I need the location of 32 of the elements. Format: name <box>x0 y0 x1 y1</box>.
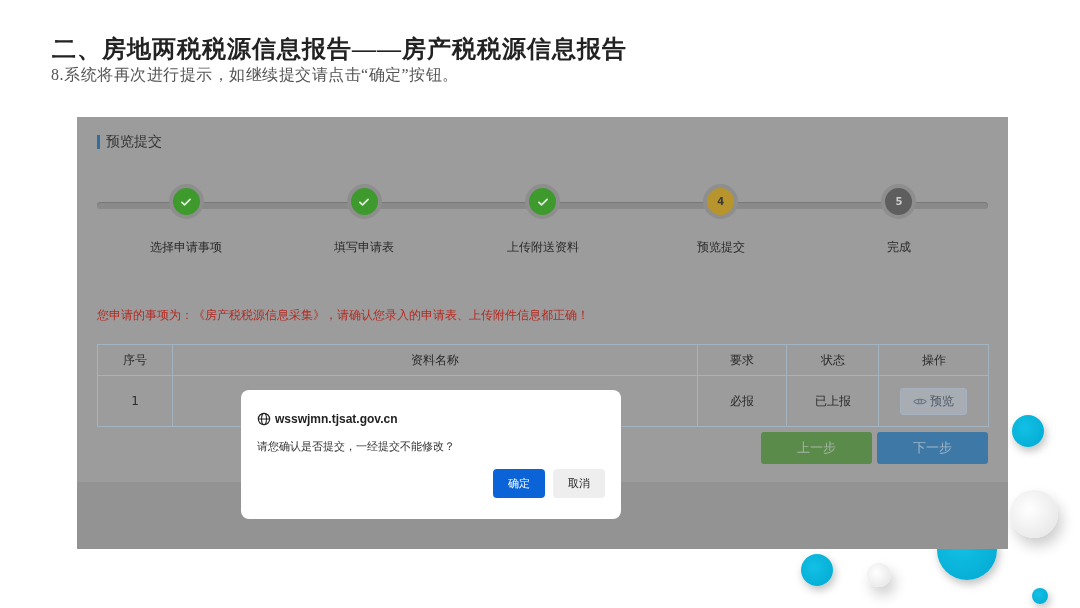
slide-title: 二、房地两税税源信息报告——房产税税源信息报告 <box>52 35 628 64</box>
table-cell: 必报 <box>697 375 787 427</box>
notice-text: 您申请的事项为：《房产税税源信息采集》，请确认您录入的申请表、上传附件信息都正确！ <box>97 307 590 324</box>
step-number: 4 <box>703 184 739 219</box>
column-header: 资料名称 <box>172 344 698 376</box>
step-number: 5 <box>881 184 917 219</box>
step-label: 上传附送资料 <box>506 239 579 256</box>
site-address: wsswjmn.tjsat.gov.cn <box>275 412 398 426</box>
section-marker <box>97 135 100 149</box>
preview-button[interactable]: 预览 <box>900 387 967 415</box>
globe-icon <box>257 412 271 426</box>
table-cell: 已上报 <box>786 375 879 427</box>
decorative-circle <box>801 554 833 586</box>
dialog-message: 请您确认是否提交，一经提交不能修改？ <box>257 439 456 454</box>
instruction-text: 8.系统将再次进行提示，如继续提交请点击“确定”按钮。 <box>51 65 460 85</box>
decorative-circle <box>1012 415 1044 447</box>
step-label: 预览提交 <box>696 239 745 256</box>
decorative-circle <box>867 563 891 587</box>
column-header: 要求 <box>697 344 787 376</box>
column-header: 操作 <box>878 344 989 376</box>
step-label: 填写申请表 <box>334 239 395 256</box>
cancel-button[interactable]: 取消 <box>553 469 605 498</box>
step-label: 选择申请事项 <box>150 239 223 256</box>
section-title: 预览提交 <box>106 133 162 151</box>
column-header: 序号 <box>97 344 173 376</box>
decorative-circle <box>1032 588 1048 604</box>
table-cell: 1 <box>97 375 173 427</box>
eye-icon <box>913 396 927 406</box>
confirm-button[interactable]: 确定 <box>493 469 545 498</box>
decorative-circle <box>1010 490 1058 538</box>
step-label: 完成 <box>886 239 911 256</box>
column-header: 状态 <box>786 344 879 376</box>
